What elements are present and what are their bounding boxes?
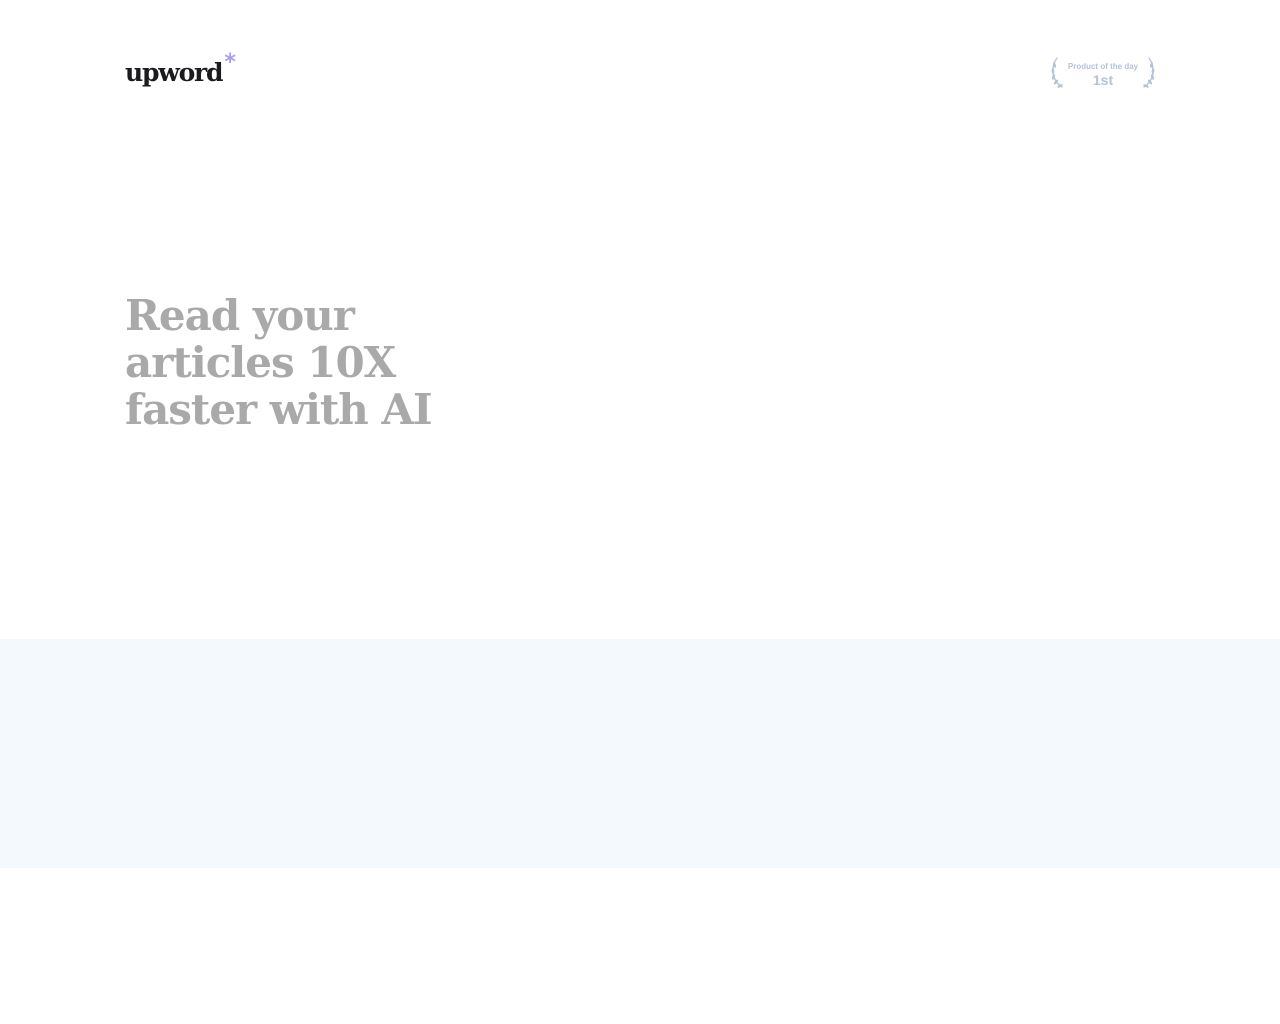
light-blue-section [0,639,1280,868]
hero-headline-line: Read your [125,291,355,340]
product-of-the-day-badge[interactable]: Product of the day 1st [1050,56,1156,92]
logo-link[interactable]: upword * [125,50,236,87]
logo-asterisk-icon: * [224,50,236,75]
page: upword * Product of the day 1st Read you… [0,0,1280,1024]
hero-section: Read your articles 10X faster with AI [125,292,545,433]
hero-headline-line: articles 10X [125,338,396,387]
badge-rank: 1st [1092,72,1114,88]
site-header: upword * Product of the day 1st [125,52,1156,92]
hero-headline: Read your articles 10X faster with AI [125,292,545,433]
logo-wordmark: upword [125,58,224,87]
hero-headline-line: faster with AI [125,385,433,434]
badge-label: Product of the day [1067,62,1139,71]
